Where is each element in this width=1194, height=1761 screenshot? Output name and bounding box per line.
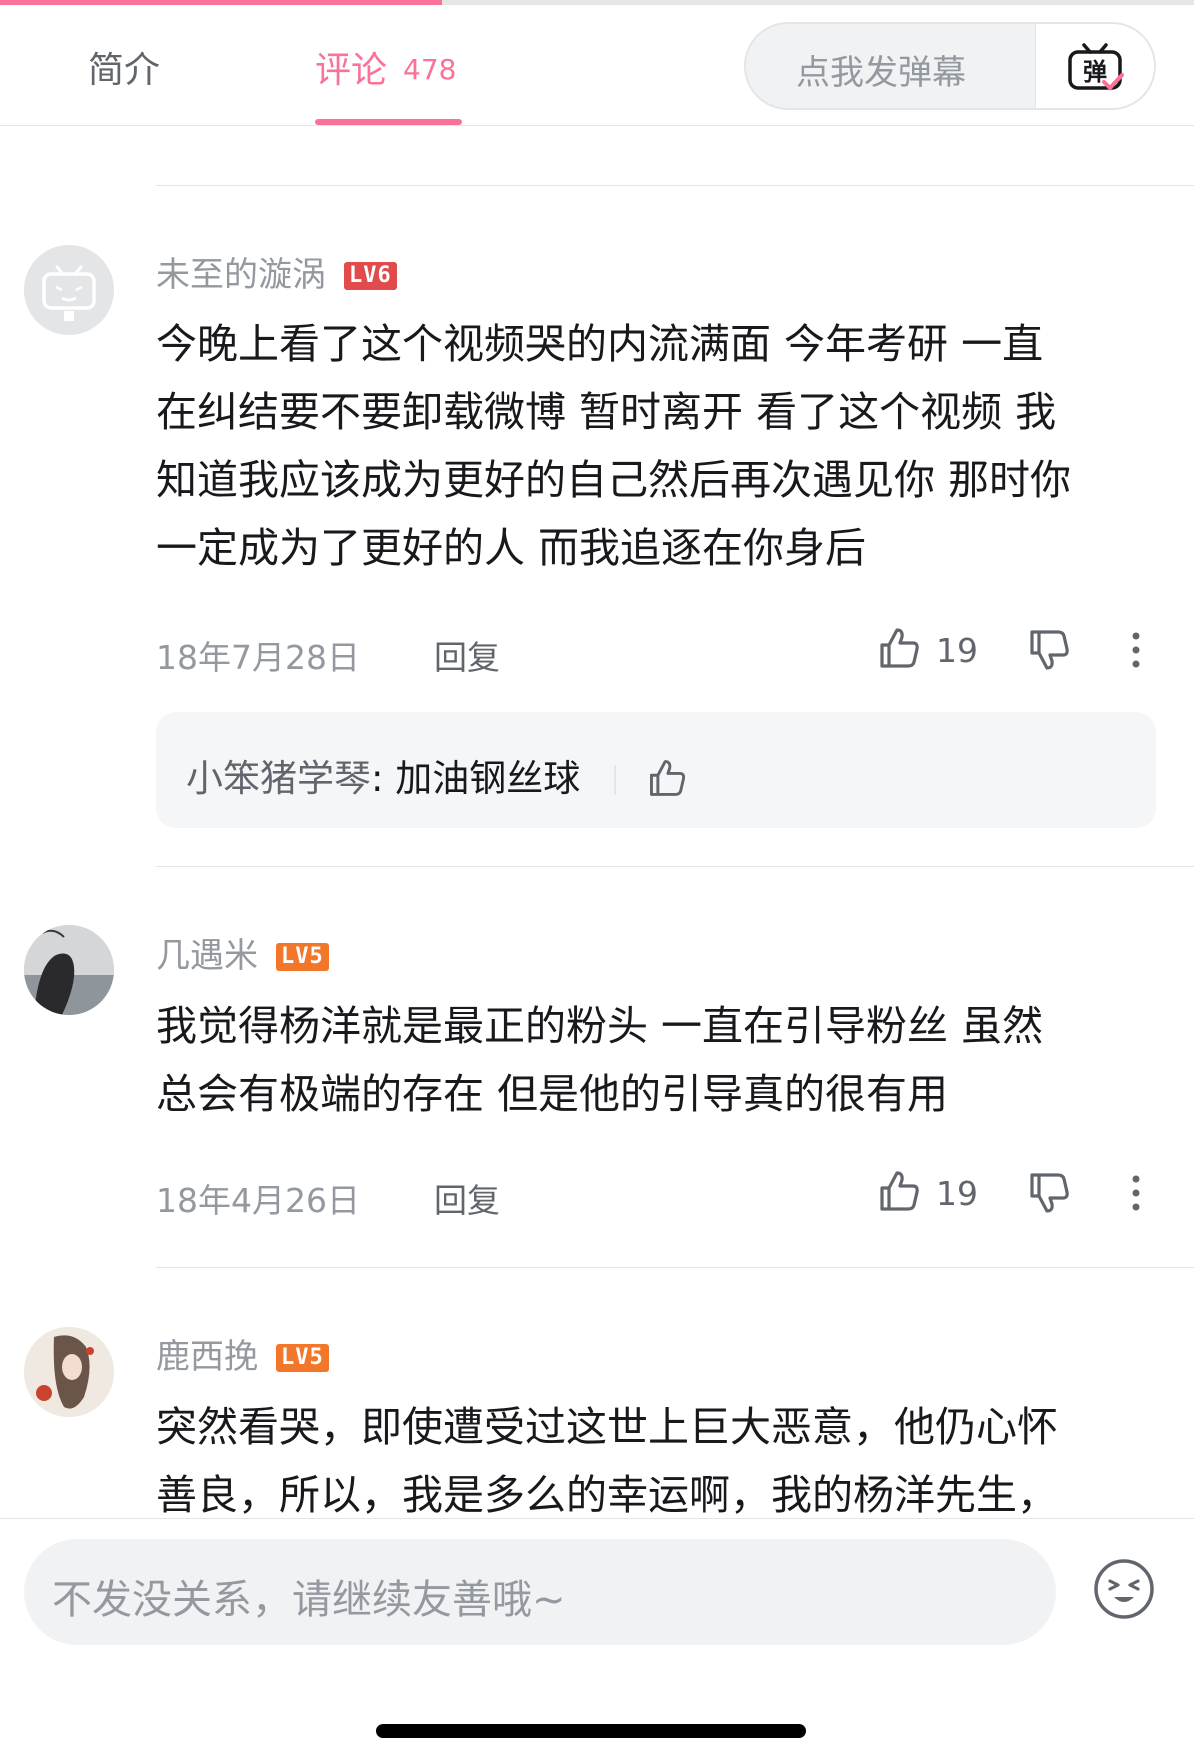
reply-colon: : [371,757,384,800]
thumbs-down-icon[interactable] [1026,1170,1072,1216]
comment-divider [156,1267,1194,1268]
comment-line: 我觉得杨洋就是最正的粉头 一直在引导粉丝 虽然 [156,1002,1044,1050]
avatar-illustration [24,1327,114,1417]
level-badge: LV5 [276,1344,329,1372]
danmaku-tv-icon: 弹 [1068,43,1124,91]
comment-input-placeholder: 不发没关系，请继续友善哦~ [52,1577,566,1623]
comment-content[interactable]: 我觉得杨洋就是最正的粉头 一直在引导粉丝 虽然 总会有极端的存在 但是他的引导真… [156,992,1156,1128]
comment-username[interactable]: 未至的漩涡 LV6 [156,247,397,296]
comment-meta: 18年7月28日 回复 19 [156,625,1156,677]
avatar[interactable] [24,925,114,1015]
home-indicator [376,1724,806,1738]
default-tv-avatar-icon [24,245,114,335]
reply-preview[interactable]: 小笨猪学琴: 加油钢丝球 [156,712,1156,828]
active-tab-indicator [315,119,462,125]
more-options-icon[interactable] [1126,627,1146,673]
danmaku-toggle-button[interactable]: 弹 [1035,24,1154,108]
comment-content[interactable]: 突然看哭，即使遭受过这世上巨大恶意，他仍心怀 善良，所以，我是多么的幸运啊，我的… [156,1393,1156,1529]
comment-divider [156,866,1194,867]
comment-username[interactable]: 几遇米 LV5 [156,928,329,977]
comment-content[interactable]: 今晚上看了这个视频哭的内流满面 今年考研 一直 在纠结要不要卸载微博 暂时离开 … [156,310,1156,582]
tab-intro[interactable]: 简介 [88,41,160,93]
emoji-icon[interactable] [1092,1557,1156,1621]
comment-line: 知道我应该成为更好的自己然后再次遇见你 那时你 [156,456,1072,504]
tab-bar: 简介 评论 478 点我发弹幕 弹 [0,5,1194,126]
username-text[interactable]: 鹿西挽 [156,1337,258,1377]
comment-input[interactable]: 不发没关系，请继续友善哦~ [24,1539,1056,1645]
reply-button[interactable]: 回复 [434,1174,500,1222]
comment-meta: 18年4月26日 回复 19 [156,1168,1156,1220]
tab-comments-label: 评论 [315,50,388,91]
username-text[interactable]: 未至的漩涡 [156,255,326,295]
comment-divider [156,185,1194,186]
avatar-photo [24,925,114,1015]
thumbs-down-icon[interactable] [1026,627,1072,673]
reply-username[interactable]: 小笨猪学琴 [186,757,371,800]
comment-line: 总会有极端的存在 但是他的引导真的很有用 [156,1070,949,1118]
comments-count: 478 [403,53,457,86]
comment-line: 在纠结要不要卸载微博 暂时离开 看了这个视频 我 [156,388,1057,436]
comment-line: 今晚上看了这个视频哭的内流满面 今年考研 一直 [156,320,1044,368]
like-count: 19 [936,1174,978,1213]
tab-comments[interactable]: 评论 478 [315,41,456,93]
danmaku-input[interactable]: 点我发弹幕 弹 [744,22,1156,110]
thumbs-up-icon[interactable] [876,625,922,671]
reply-separator [614,765,616,795]
comment-username[interactable]: 鹿西挽 LV5 [156,1329,329,1378]
reply-preview-line: 小笨猪学琴: 加油钢丝球 [186,748,688,802]
comment-compose-bar: 不发没关系，请继续友善哦~ [0,1518,1194,1761]
more-options-icon[interactable] [1126,1170,1146,1216]
reply-button[interactable]: 回复 [434,631,500,679]
comment-date: 18年4月26日 [156,1181,360,1220]
comment-line: 突然看哭，即使遭受过这世上巨大恶意，他仍心怀 [156,1403,1058,1451]
level-badge: LV5 [276,943,329,971]
danmaku-placeholder: 点我发弹幕 [796,53,966,93]
username-text[interactable]: 几遇米 [156,936,258,976]
comment-line: 一定成为了更好的人 而我追逐在你身后 [156,524,867,572]
like-count: 19 [936,631,978,670]
reply-text: 加油钢丝球 [395,757,581,800]
level-badge: LV6 [344,262,397,290]
avatar[interactable] [24,245,114,335]
thumbs-up-icon[interactable] [876,1168,922,1214]
comment-date: 18年7月28日 [156,638,360,677]
reply-thumbs-up-icon[interactable] [646,757,688,799]
avatar[interactable] [24,1327,114,1417]
